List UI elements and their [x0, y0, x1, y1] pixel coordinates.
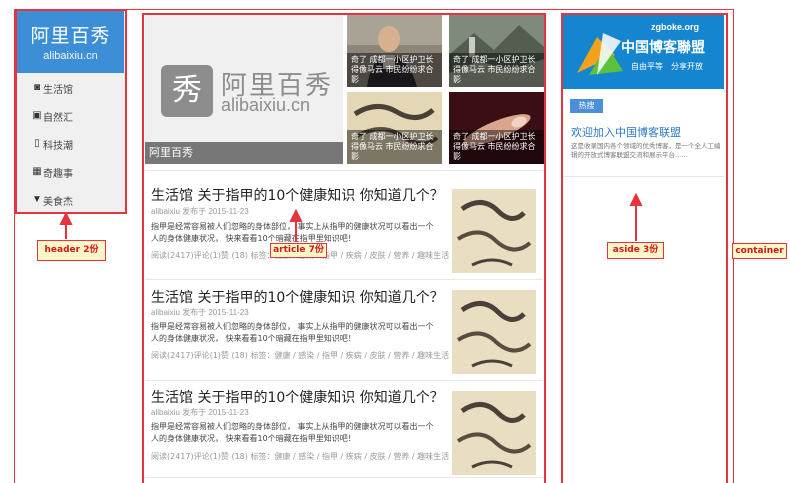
aside-annotation-label: aside 3份	[607, 242, 664, 259]
annotation-arrows	[59, 192, 643, 242]
article-annotation-label: article 7份	[270, 243, 327, 258]
container-annotation-label: container	[732, 243, 787, 259]
header-annotation-label: header 2份	[37, 240, 106, 261]
